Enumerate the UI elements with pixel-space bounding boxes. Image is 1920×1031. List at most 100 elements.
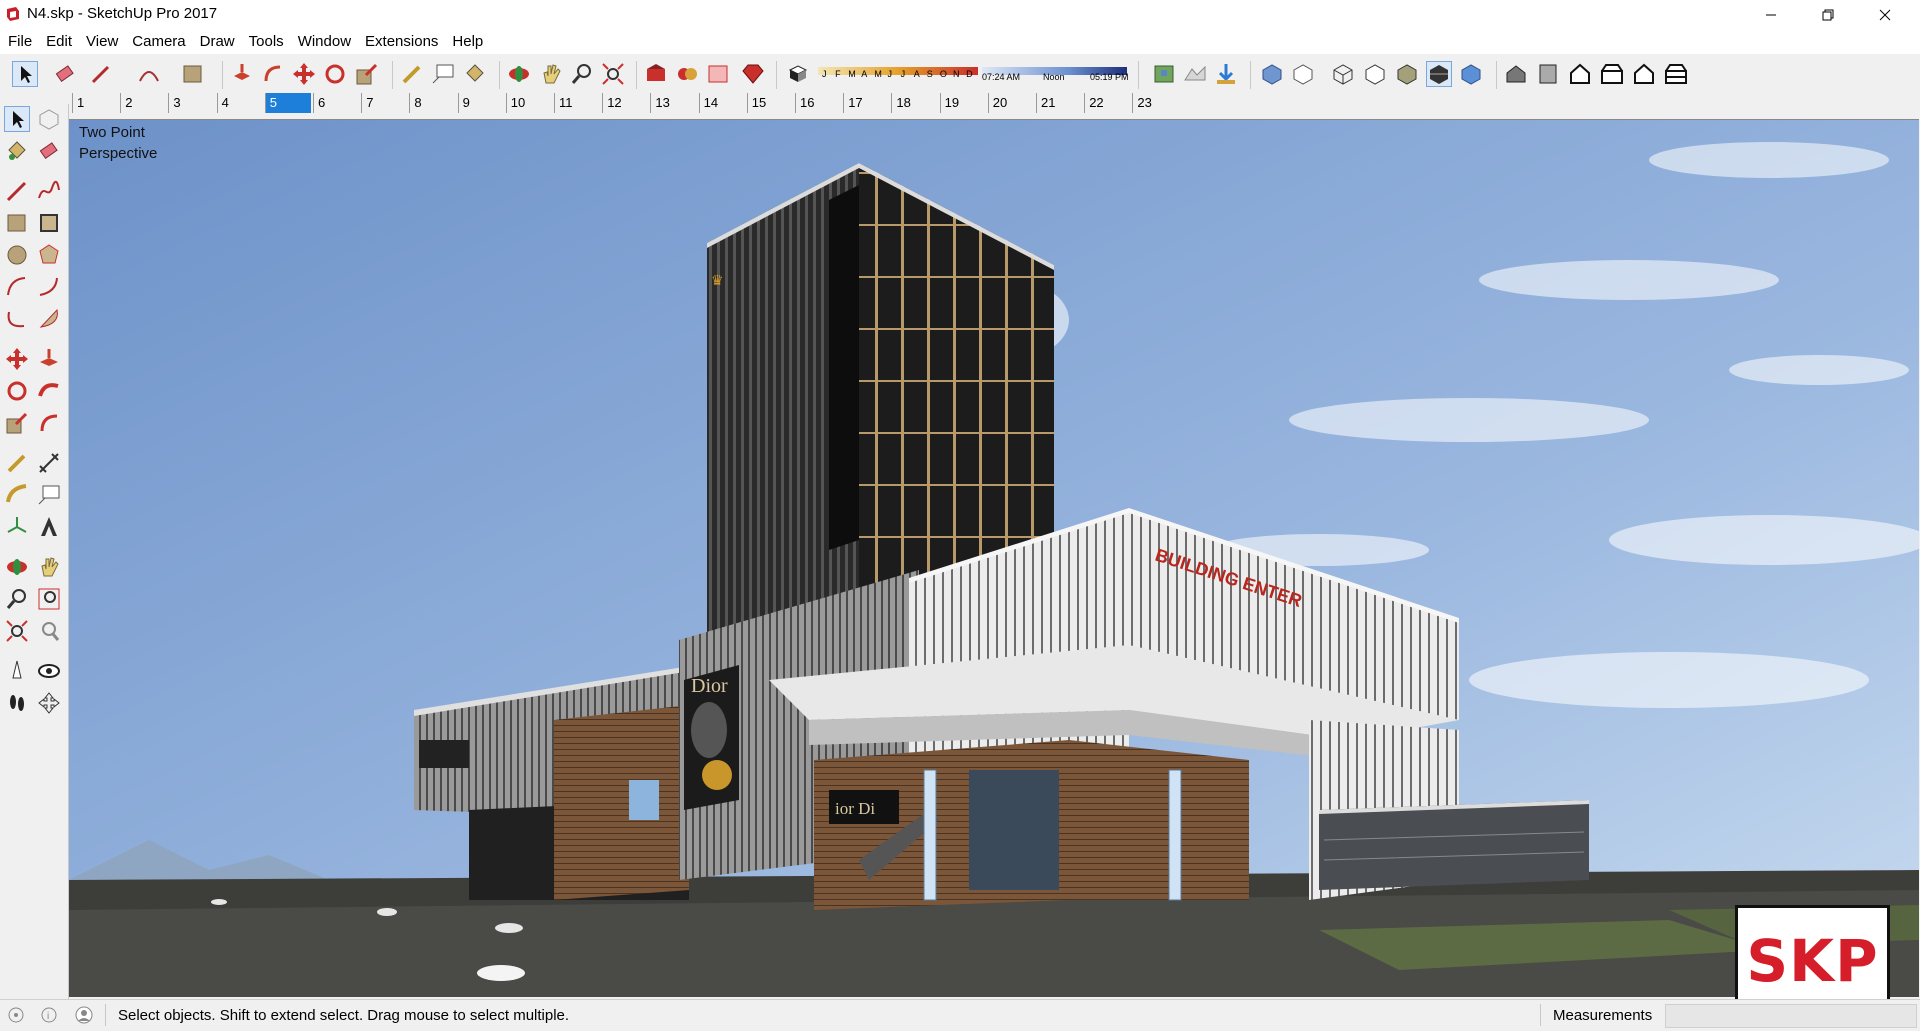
offset-tool[interactable] xyxy=(36,410,62,436)
back-edges-style-button[interactable] xyxy=(1290,61,1316,87)
rotate-tool-button[interactable] xyxy=(322,61,348,87)
zoom-extents-tool-button[interactable] xyxy=(600,61,626,87)
scene-tab-15[interactable]: 15 xyxy=(746,93,793,113)
follow-me-tool[interactable] xyxy=(36,378,62,404)
push-pull-tool[interactable] xyxy=(36,346,62,372)
menu-camera[interactable]: Camera xyxy=(126,30,191,54)
hidden-line-style-button[interactable] xyxy=(1362,61,1388,87)
scene-tab-23[interactable]: 23 xyxy=(1132,93,1178,113)
tape-measure-tool-button[interactable] xyxy=(399,61,425,87)
iso-view-button[interactable] xyxy=(1503,61,1529,87)
dimension-tool[interactable] xyxy=(36,450,62,476)
move-tool-button[interactable] xyxy=(291,61,317,87)
rotate-tool[interactable] xyxy=(4,378,30,404)
scene-tab-16[interactable]: 16 xyxy=(795,93,841,113)
rectangle-tool[interactable] xyxy=(4,210,30,236)
top-view-button[interactable] xyxy=(1535,61,1561,87)
paint-bucket-tool[interactable] xyxy=(4,138,30,164)
3d-text-tool[interactable] xyxy=(36,514,62,540)
shaded-textures-style-button[interactable] xyxy=(1426,61,1452,87)
push-pull-tool-button[interactable] xyxy=(229,61,255,87)
polygon-tool[interactable] xyxy=(36,242,62,268)
three-point-arc-tool[interactable] xyxy=(4,306,30,332)
scene-tab-4[interactable]: 4 xyxy=(216,93,263,113)
menu-extensions[interactable]: Extensions xyxy=(359,30,444,54)
monochrome-style-button[interactable] xyxy=(1458,61,1484,87)
pan-tool[interactable] xyxy=(36,554,62,580)
restore-button[interactable] xyxy=(1805,0,1851,30)
scene-tab-1[interactable]: 1 xyxy=(72,93,118,113)
scene-tab-2[interactable]: 2 xyxy=(120,93,166,113)
scene-tab-3[interactable]: 3 xyxy=(168,93,214,113)
freehand-tool[interactable] xyxy=(36,178,62,204)
close-button[interactable] xyxy=(1862,0,1908,30)
menu-edit[interactable]: Edit xyxy=(40,30,78,54)
right-view-button[interactable] xyxy=(1599,61,1625,87)
sketchup-app-icon[interactable] xyxy=(5,6,21,22)
tape-measure-tool[interactable] xyxy=(4,450,30,476)
rotated-rectangle-tool[interactable] xyxy=(36,210,62,236)
position-camera-tool[interactable] xyxy=(4,658,30,684)
shadow-time-slider[interactable] xyxy=(982,62,1127,75)
line-tool-button[interactable] xyxy=(88,61,114,87)
left-view-button[interactable] xyxy=(1663,61,1689,87)
orbit-tool[interactable] xyxy=(4,554,30,580)
photo-textures-button[interactable] xyxy=(1213,61,1239,87)
menu-window[interactable]: Window xyxy=(292,30,357,54)
previous-view-tool[interactable] xyxy=(36,618,62,644)
shaded-style-button[interactable] xyxy=(1394,61,1420,87)
scene-tab-19[interactable]: 19 xyxy=(939,93,986,113)
layout-send-button[interactable] xyxy=(705,61,731,87)
menu-view[interactable]: View xyxy=(80,30,124,54)
walk-tool[interactable] xyxy=(4,690,30,716)
xray-style-button[interactable] xyxy=(1259,61,1285,87)
arc-tool[interactable] xyxy=(4,274,30,300)
scene-tab-11[interactable]: 11 xyxy=(554,93,600,113)
shadows-toggle-button[interactable] xyxy=(785,61,811,87)
select-tool-button[interactable] xyxy=(12,61,38,87)
make-component-tool[interactable] xyxy=(36,106,62,132)
eraser-tool[interactable] xyxy=(36,138,62,164)
zoom-extents-tool[interactable] xyxy=(4,618,30,644)
terrain-toggle-button[interactable] xyxy=(1182,61,1208,87)
zoom-tool-button[interactable] xyxy=(569,61,595,87)
scene-tab-7[interactable]: 7 xyxy=(361,93,407,113)
pan-tool-button[interactable] xyxy=(538,61,564,87)
arc-tool-button[interactable] xyxy=(136,61,162,87)
menu-file[interactable]: File xyxy=(2,30,38,54)
add-location-button[interactable] xyxy=(1151,61,1177,87)
section-plane-tool[interactable] xyxy=(36,690,62,716)
geo-location-status-icon[interactable] xyxy=(8,1007,24,1027)
axes-tool[interactable] xyxy=(4,514,30,540)
scene-tab-18[interactable]: 18 xyxy=(891,93,937,113)
menu-draw[interactable]: Draw xyxy=(194,30,241,54)
two-point-arc-tool[interactable] xyxy=(36,274,62,300)
scene-tab-12[interactable]: 12 xyxy=(602,93,648,113)
scene-tab-6[interactable]: 6 xyxy=(313,93,359,113)
scale-tool-button[interactable] xyxy=(354,61,380,87)
menu-help[interactable]: Help xyxy=(446,30,489,54)
scene-tab-10[interactable]: 10 xyxy=(505,93,552,113)
select-tool[interactable] xyxy=(4,106,30,132)
scene-tab-20[interactable]: 20 xyxy=(987,93,1034,113)
pie-tool[interactable] xyxy=(36,306,62,332)
wireframe-style-button[interactable] xyxy=(1330,61,1356,87)
measurements-input[interactable] xyxy=(1665,1004,1917,1028)
protractor-tool[interactable] xyxy=(4,482,30,508)
rectangle-tool-button[interactable] xyxy=(180,61,206,87)
back-view-button[interactable] xyxy=(1631,61,1657,87)
menu-tools[interactable]: Tools xyxy=(243,30,290,54)
extension-manager-button[interactable] xyxy=(740,61,766,87)
scene-tab-8[interactable]: 8 xyxy=(409,93,455,113)
extension-warehouse-button[interactable] xyxy=(674,61,700,87)
scene-tab-22[interactable]: 22 xyxy=(1084,93,1130,113)
zoom-window-tool[interactable] xyxy=(36,586,62,612)
paint-bucket-tool-button[interactable] xyxy=(461,61,487,87)
3d-warehouse-button[interactable] xyxy=(643,61,669,87)
offset-tool-button[interactable] xyxy=(260,61,286,87)
zoom-tool[interactable] xyxy=(4,586,30,612)
scene-tab-5[interactable]: 5 xyxy=(264,93,311,113)
orbit-tool-button[interactable] xyxy=(506,61,532,87)
minimize-button[interactable] xyxy=(1748,0,1794,30)
scale-tool[interactable] xyxy=(4,410,30,436)
